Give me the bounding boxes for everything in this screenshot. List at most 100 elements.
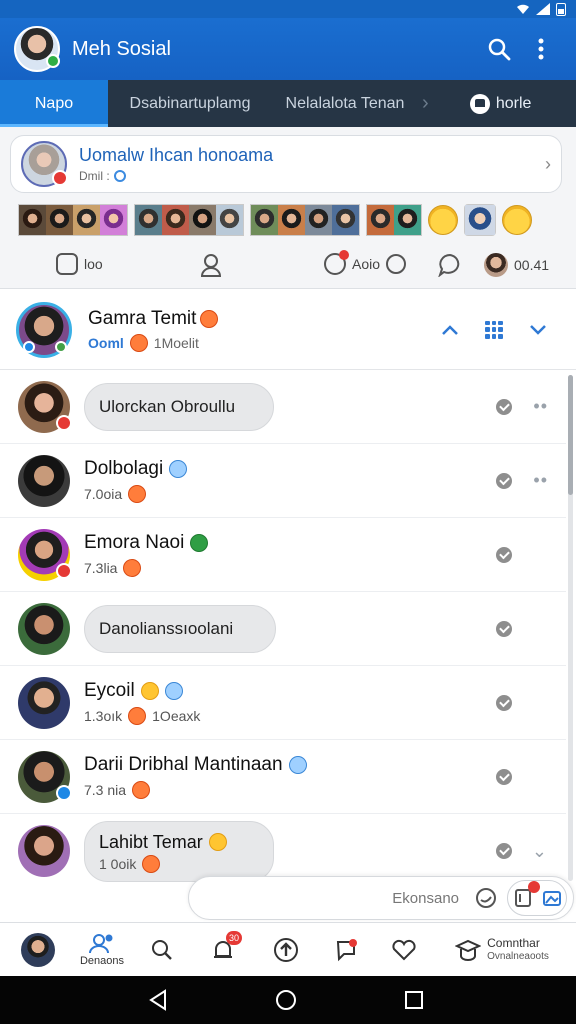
more-icon[interactable]: ••: [533, 470, 548, 491]
mask-emoji-icon: [288, 756, 307, 774]
status-badge: [56, 784, 72, 801]
search-icon: [488, 38, 511, 61]
online-indicator: [46, 54, 60, 68]
read-receipt-icon: [496, 620, 512, 637]
sticker-button[interactable]: [471, 883, 501, 913]
chat-row[interactable]: Danolianssıoolani: [0, 592, 566, 666]
group-avatar: [16, 301, 72, 358]
back-button[interactable]: [144, 986, 172, 1014]
story-group[interactable]: [250, 204, 360, 236]
emoji-icon: [128, 707, 147, 725]
profile-icon: [200, 254, 222, 277]
battery-icon: [556, 2, 566, 16]
recents-button[interactable]: [400, 986, 428, 1014]
story-thumbnail: [278, 205, 305, 235]
chat-list: Ulorckan Obroullu •• Dolbolagi 7.0oia ••…: [0, 370, 576, 882]
group-header[interactable]: Gamra Temit Ooml 1Moelit: [0, 290, 576, 370]
action-label: loo: [84, 256, 103, 272]
tab-nelalalota-tenan[interactable]: Nelalalota Tenan: [272, 80, 418, 127]
profile-action[interactable]: [200, 253, 222, 277]
home-circle-icon: [276, 990, 296, 1010]
nav-people[interactable]: Denaons: [72, 923, 132, 977]
search-button[interactable]: [478, 28, 520, 70]
avatar: [18, 454, 70, 507]
emoji-story[interactable]: [428, 205, 458, 235]
nav-label: Comnthar: [487, 936, 540, 950]
story-group[interactable]: [366, 204, 422, 236]
contact-name: Dolbolagi: [84, 458, 164, 479]
story-thumbnail: [162, 205, 189, 235]
search-icon: [152, 940, 172, 960]
status-area: Uomalw Ihcan honoama Dmil : › loo Aoio 0…: [0, 127, 576, 289]
more-icon[interactable]: ••: [533, 396, 548, 417]
message-bubble: Ulorckan Obroullu: [84, 382, 274, 431]
story-thumbnail: [19, 205, 46, 235]
emoji-story[interactable]: [502, 205, 532, 235]
read-receipt-icon: [496, 843, 512, 859]
message-bubble: Danolianssıoolani: [84, 604, 276, 653]
comment-action[interactable]: [438, 253, 462, 277]
story-group[interactable]: [134, 204, 244, 236]
story-thumbnail: [465, 205, 495, 235]
emoji-icon: [132, 781, 151, 799]
nav-upload[interactable]: [264, 923, 308, 977]
chat-row[interactable]: Emora Naoi 7.3lia: [0, 518, 566, 592]
chevron-down-icon[interactable]: ⌄: [532, 841, 548, 862]
time-action[interactable]: 00.41: [484, 253, 549, 277]
nav-notifications[interactable]: 30: [200, 923, 246, 977]
home-button[interactable]: [272, 986, 300, 1014]
chat-row[interactable]: Dolbolagi 7.0oia ••: [0, 444, 566, 518]
scrollbar[interactable]: [568, 375, 573, 881]
collapse-button[interactable]: [428, 308, 472, 352]
grid-view-button[interactable]: [472, 308, 516, 352]
add-icon: [386, 254, 407, 274]
story-thumbnail: [367, 205, 394, 235]
emoji-icon: [190, 534, 209, 552]
read-receipt-icon: [496, 472, 512, 489]
story-group[interactable]: [18, 204, 128, 236]
chevron-down-icon: [530, 324, 546, 335]
bottom-nav: Denaons 30 Comnthar Ovnalneaoots: [0, 922, 576, 976]
emoji-icon: [123, 559, 142, 577]
nav-favorites[interactable]: [382, 923, 426, 977]
nav-community[interactable]: Comnthar Ovnalneaoots: [446, 923, 558, 977]
avatar: [18, 750, 72, 803]
status-card[interactable]: Uomalw Ihcan honoama Dmil : ›: [10, 135, 562, 193]
bookmark-action[interactable]: loo: [56, 253, 103, 275]
wifi-icon: [517, 4, 529, 14]
notification-count: 30: [226, 931, 242, 945]
system-nav-bar: [0, 976, 576, 1024]
status-bar: [0, 0, 576, 18]
emoji-icon: [128, 485, 147, 503]
overflow-menu-button[interactable]: [520, 28, 562, 70]
chat-row[interactable]: Darii Dribhal Mantinaan 7.3 nia: [0, 740, 566, 814]
photo-button[interactable]: [541, 883, 563, 913]
group-handle: Ooml: [88, 334, 124, 351]
status-badge: [56, 562, 72, 579]
chat-row[interactable]: Ulorckan Obroullu ••: [0, 370, 566, 444]
tab-horle[interactable]: horle: [433, 80, 569, 127]
edit-action[interactable]: Aoio: [324, 250, 407, 275]
tab-dsabinartuplamg[interactable]: Dsabinartuplamg: [108, 80, 272, 127]
tab-bar: Napo Dsabinartuplamg Nelalalota Tenan › …: [0, 80, 576, 127]
chat-row[interactable]: Eycoil 1.3oık 1Oeaxk: [0, 666, 566, 740]
scrollbar-thumb[interactable]: [568, 375, 573, 495]
emoji-icon: [208, 833, 227, 851]
read-receipt-icon: [496, 694, 512, 711]
status-subtitle: Dmil :: [79, 169, 110, 183]
story-group[interactable]: [464, 204, 496, 236]
profile-avatar[interactable]: [14, 26, 60, 72]
nav-profile[interactable]: [14, 923, 62, 977]
app-title: Meh Sosial: [72, 37, 171, 60]
gallery-button[interactable]: [512, 881, 540, 913]
expand-button[interactable]: [516, 308, 560, 352]
contact-name: Emora Naoi: [84, 532, 185, 553]
nav-search[interactable]: [140, 923, 184, 977]
message-preview: 7.3lia: [84, 560, 118, 576]
nav-flag[interactable]: [324, 923, 368, 977]
story-thumbnail: [305, 205, 332, 235]
chat-row[interactable]: Lahibt Temar 1 0oik ⌄: [0, 814, 566, 882]
compose-bar[interactable]: Ekonsano: [188, 876, 574, 920]
tab-napo[interactable]: Napo: [0, 80, 108, 127]
compose-placeholder[interactable]: Ekonsano: [205, 890, 471, 907]
